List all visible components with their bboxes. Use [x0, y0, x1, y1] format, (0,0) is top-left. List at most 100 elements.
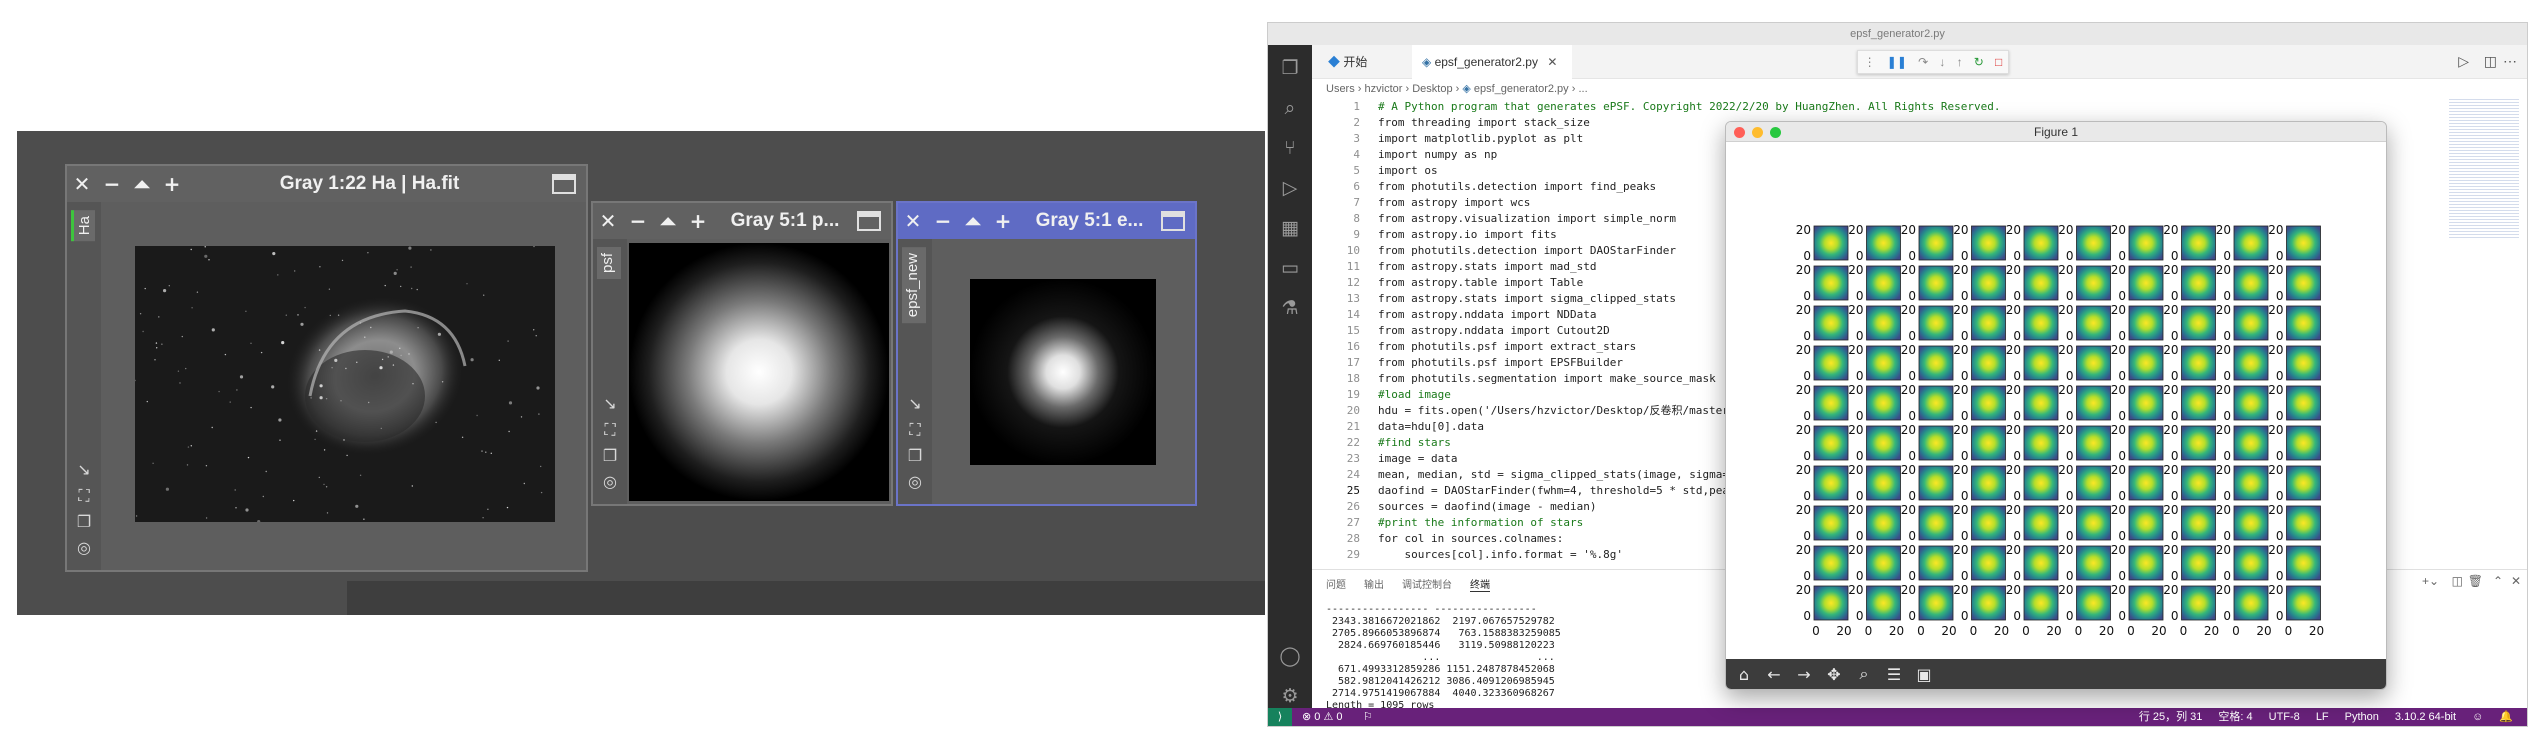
code-line[interactable]: 6 from photutils.detection import find_pe…	[1312, 179, 1656, 195]
image-window-epsf-new[interactable]: ✕ − ⏶ + Gray 5:1 e... epsf_new ↘ ⛶ ❐ ◎	[896, 201, 1197, 506]
code-line[interactable]: 10 from photutils.detection import DAOSta…	[1312, 243, 1676, 259]
close-window-icon[interactable]	[1734, 127, 1745, 138]
code-line[interactable]: 16 from photutils.psf import extract_star…	[1312, 339, 1637, 355]
code-line[interactable]: 14 from astropy.nddata import NDData	[1312, 307, 1597, 323]
settings-gear-icon[interactable]: ⚙	[1278, 685, 1302, 709]
view-tab-psf[interactable]: psf	[597, 247, 621, 280]
figure-canvas[interactable]: 2002002002002002002002002002002002002002…	[1726, 142, 2387, 662]
shade-icon[interactable]: ⏶	[127, 172, 157, 196]
tab-problems[interactable]: 问题	[1326, 576, 1346, 592]
testing-icon[interactable]: ⚗	[1278, 297, 1302, 321]
image-window-psf[interactable]: ✕ − ⏶ + Gray 5:1 p... psf ↘ ⛶ ❐ ◎	[591, 201, 893, 506]
pause-icon[interactable]: ❚❚	[1887, 55, 1907, 69]
terminal-output[interactable]: ----------------- ----------------- 2343…	[1326, 604, 1561, 712]
account-icon[interactable]: ◯	[1278, 645, 1302, 669]
fit-frame-icon[interactable]: ⛶	[904, 420, 926, 446]
zoom-window-icon[interactable]	[1770, 127, 1781, 138]
remote-explorer-icon[interactable]: ▭	[1278, 257, 1302, 281]
clone-icon[interactable]: ❐	[599, 446, 621, 472]
window-icon[interactable]	[552, 174, 576, 194]
breadcrumb-item[interactable]: Desktop	[1412, 83, 1452, 95]
code-line[interactable]: 2 from threading import stack_size	[1312, 115, 1590, 131]
fit-frame-icon[interactable]: ⛶	[599, 420, 621, 446]
target-icon[interactable]: ◎	[904, 472, 926, 498]
code-line[interactable]: 13 from astropy.stats import sigma_clippe…	[1312, 291, 1676, 307]
eol[interactable]: LF	[2316, 708, 2329, 726]
code-line[interactable]: 21 data=hdu[0].data	[1312, 419, 1484, 435]
target-icon[interactable]: ◎	[599, 472, 621, 498]
minimize-icon[interactable]: −	[97, 172, 127, 196]
restart-icon[interactable]: ↻	[1974, 55, 1984, 69]
problems-counter[interactable]: ⊗ 0 ⚠ 0	[1302, 708, 1342, 726]
minimize-window-icon[interactable]	[1752, 127, 1763, 138]
image-window-ha[interactable]: ✕ − ⏶ + Gray 1:22 Ha | Ha.fit Ha ↘ ⛶ ❐ ◎	[65, 164, 588, 572]
source-control-icon[interactable]: ⑂	[1278, 137, 1302, 161]
tab-terminal[interactable]: 终端	[1470, 576, 1490, 592]
code-line[interactable]: 11 from astropy.stats import mad_std	[1312, 259, 1597, 275]
more-actions-icon[interactable]: ⋯	[2503, 53, 2517, 70]
window-titlebar[interactable]: ✕ − ⏶ + Gray 5:1 e...	[898, 203, 1195, 239]
broadcast-icon[interactable]: ⚐	[1363, 708, 1373, 726]
feedback-icon[interactable]: ☺	[2472, 708, 2483, 726]
zoom-icon[interactable]: ⌕	[1854, 664, 1874, 684]
target-icon[interactable]: ◎	[73, 538, 95, 564]
search-icon[interactable]: ⌕	[1278, 97, 1302, 121]
back-icon[interactable]: ←	[1764, 665, 1784, 684]
tab-debug-console[interactable]: 调试控制台	[1402, 576, 1452, 592]
stop-icon[interactable]: □	[1995, 55, 2002, 69]
zoom-arrow-icon[interactable]: ↘	[73, 460, 95, 486]
breadcrumb-item[interactable]: ...	[1578, 83, 1587, 95]
code-line[interactable]: 28 for col in sources.colnames:	[1312, 531, 1564, 547]
split-terminal-icon[interactable]: ◫	[2452, 574, 2463, 588]
fit-frame-icon[interactable]: ⛶	[73, 486, 95, 512]
close-icon[interactable]: ✕	[67, 172, 97, 196]
step-over-icon[interactable]: ↷	[1918, 55, 1928, 69]
maximize-plus-icon[interactable]: +	[157, 172, 187, 196]
pan-icon[interactable]: ✥	[1824, 665, 1844, 684]
zoom-arrow-icon[interactable]: ↘	[599, 394, 621, 420]
minimize-icon[interactable]: −	[928, 209, 958, 233]
step-out-icon[interactable]: ↑	[1957, 55, 1963, 69]
code-line[interactable]: 24 mean, median, std = sigma_clipped_stat…	[1312, 467, 1749, 483]
window-titlebar[interactable]: ✕ − ⏶ + Gray 5:1 p...	[593, 203, 891, 239]
extensions-icon[interactable]: ▦	[1278, 217, 1302, 241]
shade-icon[interactable]: ⏶	[653, 209, 683, 233]
matplotlib-figure-window[interactable]: Figure 1 20 0 20 0 20 0 20 0 20 0 20 0 20 0 20 0 20 0 20 0 2…	[1725, 121, 2387, 690]
breadcrumb-item[interactable]: epsf_generator2.py	[1474, 83, 1569, 95]
home-icon[interactable]: ⌂	[1734, 665, 1754, 684]
tab-output[interactable]: 输出	[1364, 576, 1384, 592]
tab-welcome[interactable]: ◆ 开始	[1318, 45, 1408, 79]
forward-icon[interactable]: →	[1794, 665, 1814, 684]
close-panel-icon[interactable]: ✕	[2511, 574, 2521, 588]
code-line[interactable]: 5 import os	[1312, 163, 1437, 179]
explorer-icon[interactable]: ❐	[1278, 57, 1302, 81]
code-line[interactable]: 25 daofind = DAOStarFinder(fwhm=4, thresh…	[1312, 483, 1756, 499]
maximize-plus-icon[interactable]: +	[988, 209, 1018, 233]
run-icon[interactable]: ▷	[2458, 53, 2469, 70]
zoom-arrow-icon[interactable]: ↘	[904, 394, 926, 420]
code-line[interactable]: 1 # A Python program that generates ePSF.…	[1312, 99, 2000, 115]
code-line[interactable]: 7 from astropy import wcs	[1312, 195, 1530, 211]
encoding[interactable]: UTF-8	[2269, 708, 2300, 726]
maximize-plus-icon[interactable]: +	[683, 209, 713, 233]
clone-icon[interactable]: ❐	[73, 512, 95, 538]
code-line[interactable]: 26 sources = daofind(image - median)	[1312, 499, 1597, 515]
code-line[interactable]: 29 sources[col].info.format = '%.8g'	[1312, 547, 1623, 563]
code-line[interactable]: 19 #load image	[1312, 387, 1451, 403]
code-line[interactable]: 18 from photutils.segmentation import mak…	[1312, 371, 1716, 387]
close-tab-icon[interactable]: ✕	[1547, 55, 1557, 69]
remote-indicator-icon[interactable]: ⟩	[1268, 708, 1292, 726]
split-editor-icon[interactable]: ◫	[2484, 53, 2497, 70]
view-tab-ha[interactable]: Ha	[71, 210, 95, 242]
figure-titlebar[interactable]: Figure 1	[1726, 122, 2386, 142]
shade-icon[interactable]: ⏶	[958, 209, 988, 233]
save-icon[interactable]: ▣	[1914, 665, 1934, 684]
step-into-icon[interactable]: ↓	[1939, 55, 1945, 69]
code-line[interactable]: 9 from astropy.io import fits	[1312, 227, 1556, 243]
python-interpreter[interactable]: 3.10.2 64-bit	[2395, 708, 2456, 726]
clone-icon[interactable]: ❐	[904, 446, 926, 472]
breadcrumb-item[interactable]: hzvictor	[1365, 83, 1403, 95]
code-line[interactable]: 27 #print the information of stars	[1312, 515, 1584, 531]
notifications-icon[interactable]: 🔔	[2499, 708, 2513, 726]
code-line[interactable]: 20 hdu = fits.open('/Users/hzvictor/Deskt…	[1312, 403, 1756, 419]
